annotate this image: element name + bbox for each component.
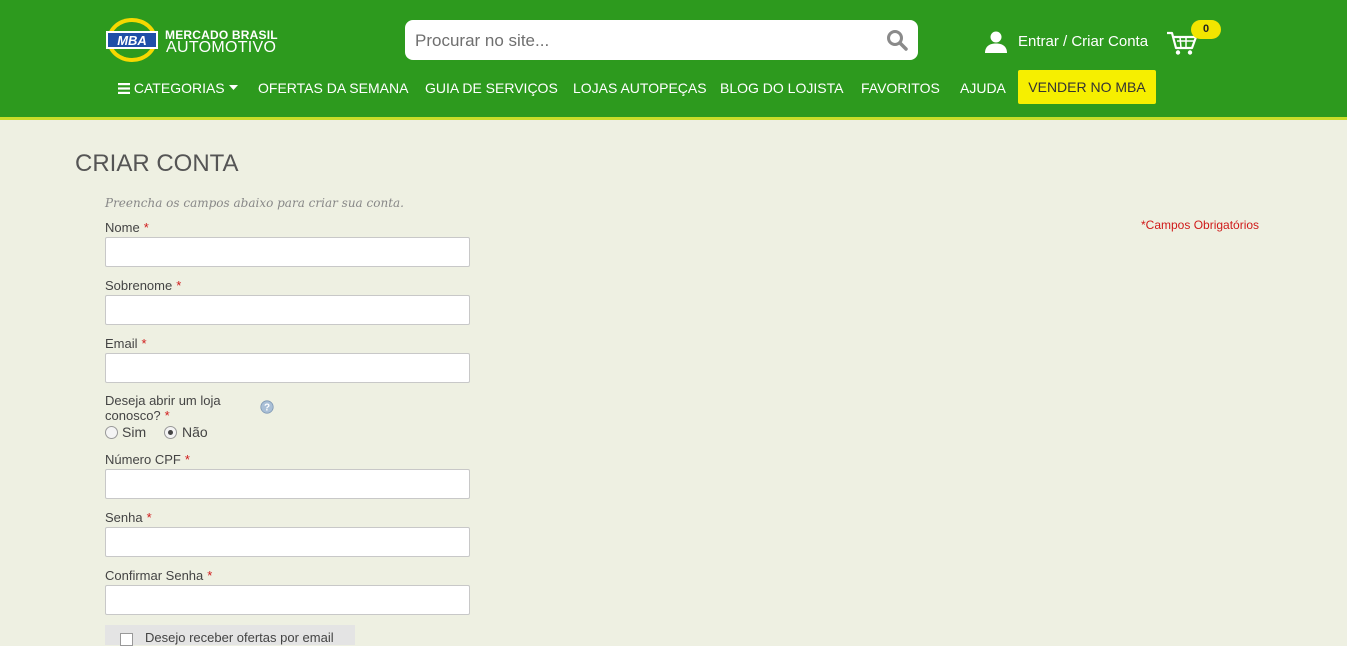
label-senha: Senha * [105,510,152,525]
menu-icon [118,83,130,94]
site-header: MBA MERCADO BRASIL AUTOMOTIVO Entrar / C… [0,0,1347,120]
sell-button[interactable]: VENDER NO MBA [1018,70,1156,104]
senha-input[interactable] [106,528,469,556]
confirmar-senha-input[interactable] [106,586,469,614]
logo-badge-text: MBA [117,33,147,48]
caret-down-icon [228,85,238,90]
confirmar-senha-field[interactable] [105,585,470,615]
newsletter-option[interactable]: Desejo receber ofertas por email [105,625,355,646]
nav-ofertas[interactable]: OFERTAS DA SEMANA [258,80,408,96]
nav-categories-label: CATEGORIAS [133,80,225,96]
nome-field[interactable] [105,237,470,267]
required-fields-note: *Campos Obrigatórios [1141,218,1260,232]
cart-button[interactable]: 0 [1166,20,1226,60]
senha-field[interactable] [105,527,470,557]
label-email: Email * [105,336,147,351]
radio-nao-label: Não [182,424,208,440]
logo-line2: AUTOMOTIVO [166,39,277,56]
sobrenome-input[interactable] [106,296,469,324]
email-field[interactable] [105,353,470,383]
radio-sim-label: Sim [122,424,147,440]
cpf-input[interactable] [106,470,469,498]
search-icon[interactable] [886,29,908,51]
user-icon [985,31,1007,53]
label-cpf: Número CPF * [105,452,190,467]
site-logo[interactable]: MBA MERCADO BRASIL AUTOMOTIVO [106,17,286,65]
newsletter-checkbox[interactable] [120,633,133,646]
cpf-field[interactable] [105,469,470,499]
svg-text:?: ? [264,403,270,414]
nav-ajuda[interactable]: AJUDA [960,80,1006,96]
nome-input[interactable] [106,238,469,266]
email-input[interactable] [106,354,469,382]
page-title: CRIAR CONTA [75,150,239,177]
label-sobrenome: Sobrenome * [105,278,182,293]
cart-count-badge: 0 [1191,20,1221,39]
label-open-store: Deseja abrir um loja conosco? * [105,393,221,423]
label-confirmar-senha: Confirmar Senha * [105,568,213,583]
help-icon[interactable]: ? [260,400,274,414]
radio-sim[interactable] [105,426,118,439]
mba-logo-icon: MBA [106,18,158,62]
search-input[interactable] [413,20,877,62]
radio-nao[interactable] [164,426,177,439]
nav-categories[interactable]: CATEGORIAS [118,80,238,96]
account-label: Entrar / Criar Conta [1018,33,1149,50]
search-box [405,20,918,62]
sobrenome-field[interactable] [105,295,470,325]
newsletter-label: Desejo receber ofertas por email [145,630,334,645]
nav-lojas[interactable]: LOJAS AUTOPEÇAS [573,80,707,96]
form-intro: Preencha os campos abaixo para criar sua… [105,196,404,210]
nav-guia[interactable]: GUIA DE SERVIÇOS [425,80,558,96]
nav-blog[interactable]: BLOG DO LOJISTA [720,80,843,96]
nav-favoritos[interactable]: FAVORITOS [861,80,940,96]
label-nome: Nome * [105,220,149,235]
